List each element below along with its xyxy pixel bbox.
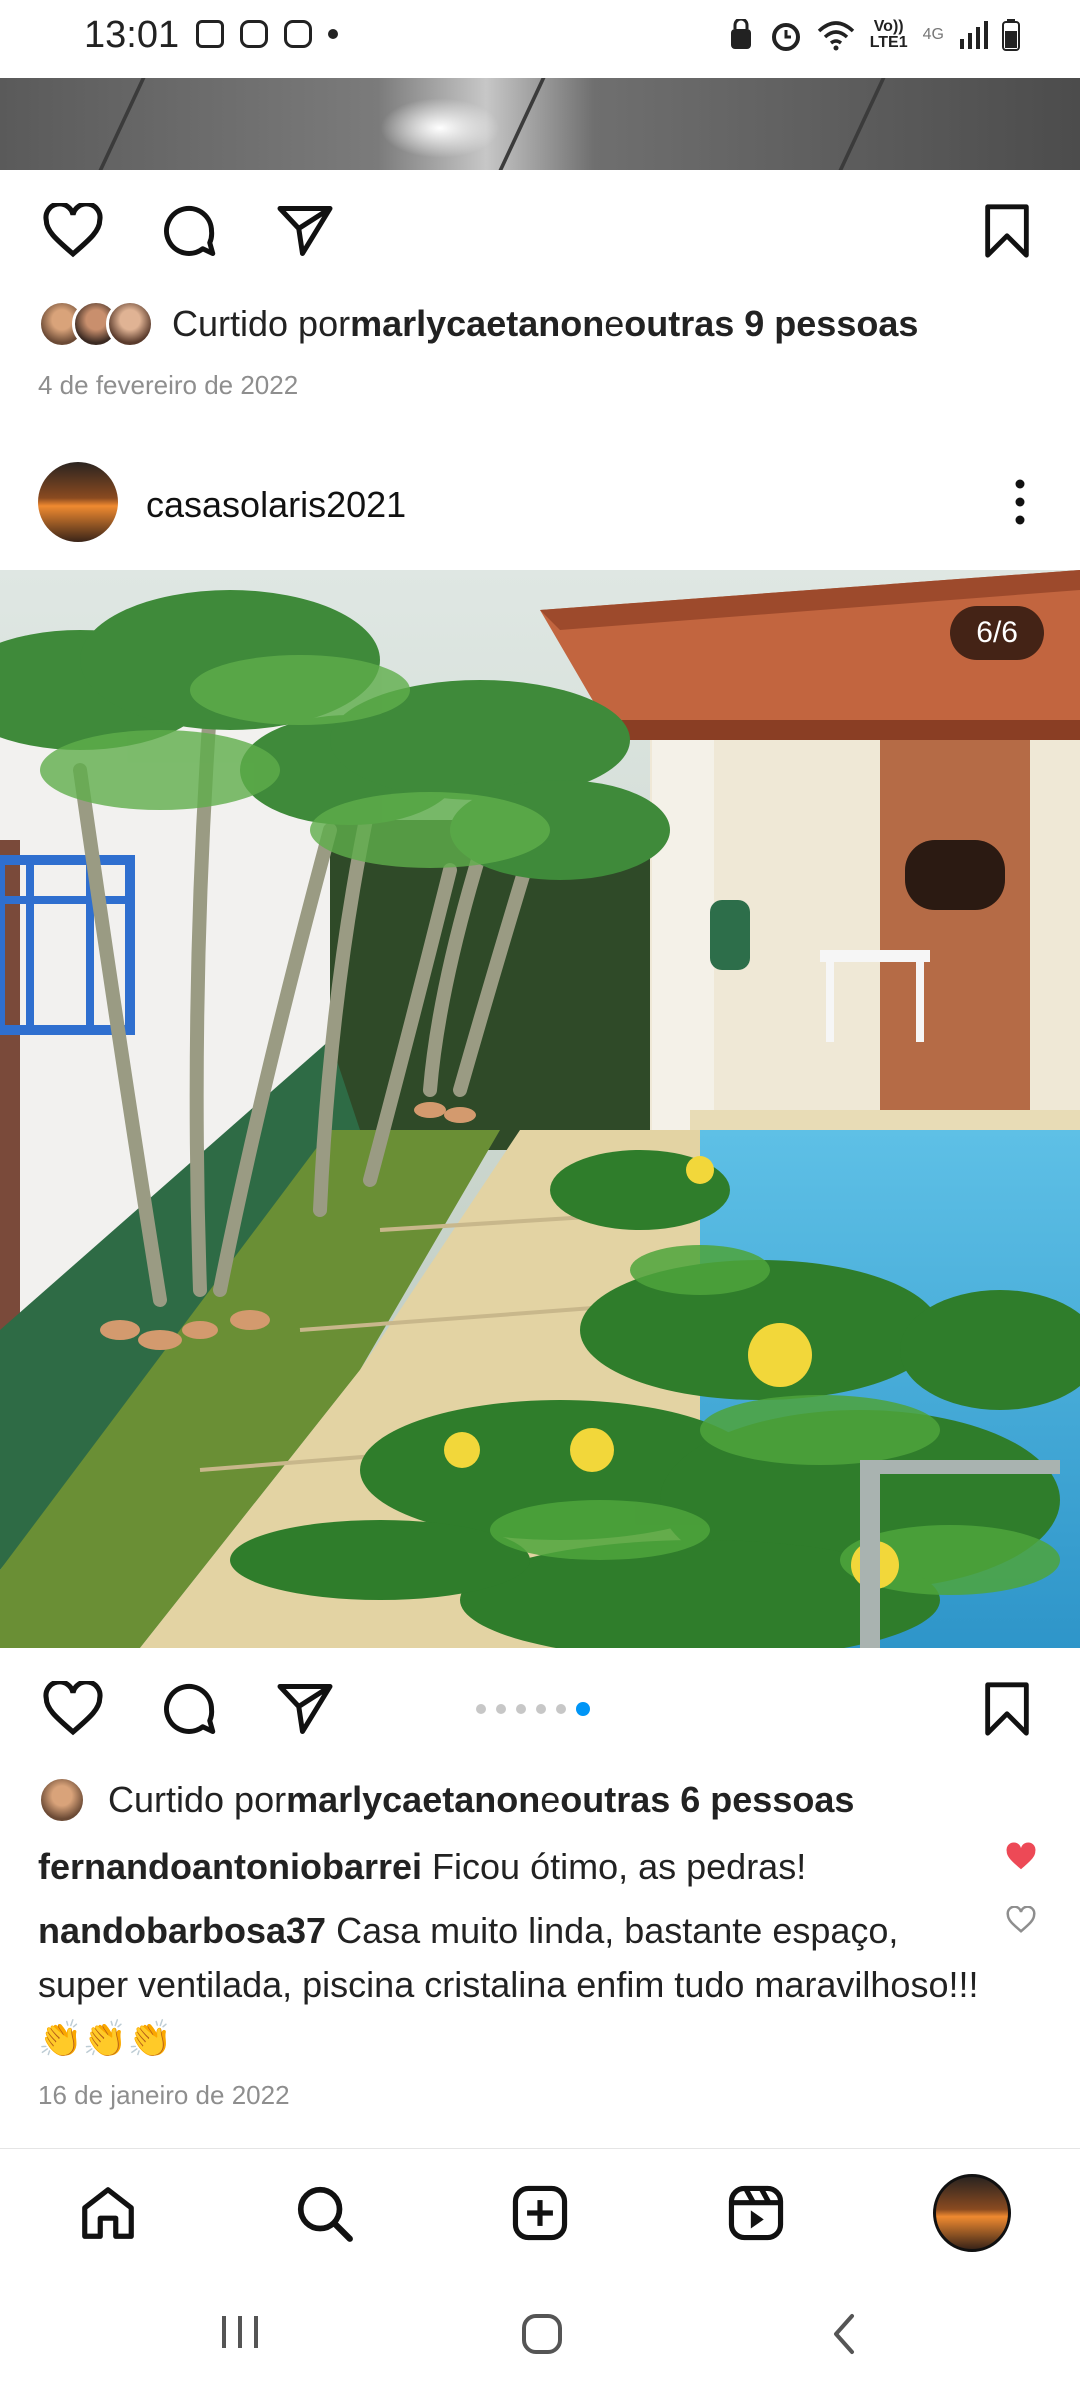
system-icons: Vo)) LTE1 4G [727,18,1020,52]
save-button[interactable] [972,196,1042,266]
nav-reels[interactable] [716,2173,796,2253]
likes-middle: e [540,1779,561,1820]
search-icon [297,2186,353,2242]
likes-prefix: Curtido por [172,303,351,344]
carousel-dot [536,1704,546,1714]
post-author-username[interactable]: casasolaris2021 [146,484,406,526]
comment-username[interactable]: nandobarbosa37 [38,1910,326,1951]
heart-icon [43,203,103,258]
status-bar: 13:01 Vo)) LTE1 4G [0,0,1080,78]
gallery-icon [196,20,224,48]
more-vertical-icon [1015,479,1025,525]
signal-icon [960,21,988,49]
likes-user-link[interactable]: marlycaetanon [286,1779,540,1821]
wifi-icon [817,21,854,51]
garden-pool-photo [0,570,1080,1648]
comment-text: Ficou ótimo, as pedras! [422,1846,807,1887]
alarm-lock-icon [730,19,751,49]
create-icon [512,2185,568,2241]
save-button[interactable] [972,1674,1042,1744]
carousel-dot [516,1704,526,1714]
nav-home[interactable] [68,2173,148,2253]
more-options-button[interactable] [1000,472,1040,532]
network-label: Vo)) LTE1 [869,18,908,51]
heart-icon [43,1681,103,1736]
bottom-navigation [0,2148,1080,2269]
send-icon [277,1684,333,1734]
post-image[interactable]: 6/6 [0,570,1080,1648]
comment-button[interactable] [154,1674,224,1744]
home-icon [82,2187,134,2239]
carousel-dot-active [576,1702,590,1716]
carousel-counter: 6/6 [950,606,1044,660]
comment-item: nandobarbosa37 Casa muito linda, bastant… [38,1904,988,2066]
carousel-dot [476,1704,486,1714]
comment-like-button[interactable] [1004,1842,1038,1877]
battery-icon [1002,19,1020,51]
liker-avatars [38,300,154,348]
carousel-dot [556,1704,566,1714]
profile-avatar [933,2174,1011,2252]
send-icon [277,206,333,256]
recent-apps-button[interactable] [216,2310,264,2359]
comment-button[interactable] [154,196,224,266]
likes-middle: e [604,303,625,344]
post1-likes[interactable]: Curtido por marlycaetanon e outras 9 pes… [38,298,918,350]
post-author-avatar[interactable] [38,462,118,542]
reels-icon [728,2185,784,2241]
previous-post-image[interactable] [0,78,1080,170]
notification-icons [196,20,338,48]
like-button[interactable] [38,196,108,266]
post2-date: 16 de janeiro de 2022 [38,2080,290,2110]
carousel-dots [476,1702,590,1716]
comment-icon [164,1683,216,1734]
avatar [38,1776,86,1824]
nav-create[interactable] [500,2173,580,2253]
system-navigation [0,2270,1080,2400]
comment-icon [164,205,216,256]
bookmark-icon [985,204,1029,258]
likes-prefix: Curtido por [108,1779,287,1820]
carousel-dot [496,1704,506,1714]
share-button[interactable] [270,1674,340,1744]
network-generation: 4G [922,26,944,43]
likes-user-link[interactable]: marlycaetanon [350,303,604,345]
home-button-icon [522,2314,562,2354]
like-button[interactable] [38,1674,108,1744]
share-button[interactable] [270,196,340,266]
recent-apps-icon [222,2316,258,2348]
bookmark-icon [985,1682,1029,1736]
likes-others-link[interactable]: outras 9 pessoas [624,303,918,345]
nav-search[interactable] [284,2173,364,2253]
heart-icon [1006,1905,1036,1933]
back-button[interactable] [824,2310,864,2363]
avatar [106,300,154,348]
instagram-icon [240,20,268,48]
post2-likes[interactable]: Curtido por marlycaetanon e outras 6 pes… [38,1774,854,1826]
comment-item: fernandoantoniobarrei Ficou ótimo, as pe… [38,1840,988,1894]
nav-profile[interactable] [932,2173,1012,2253]
post1-action-row [0,186,1080,276]
post1-date: 4 de fevereiro de 2022 [38,370,299,400]
back-icon [834,2314,854,2354]
heart-filled-icon [1006,1842,1036,1870]
likes-others-link[interactable]: outras 6 pessoas [560,1779,854,1821]
more-notifications-icon [328,29,338,39]
comment-like-button[interactable] [1006,1905,1036,1939]
status-time: 13:01 [84,14,180,56]
alarm-icon [771,23,800,51]
instagram-icon [284,20,312,48]
comment-username[interactable]: fernandoantoniobarrei [38,1846,422,1887]
home-system-button[interactable] [518,2310,566,2363]
